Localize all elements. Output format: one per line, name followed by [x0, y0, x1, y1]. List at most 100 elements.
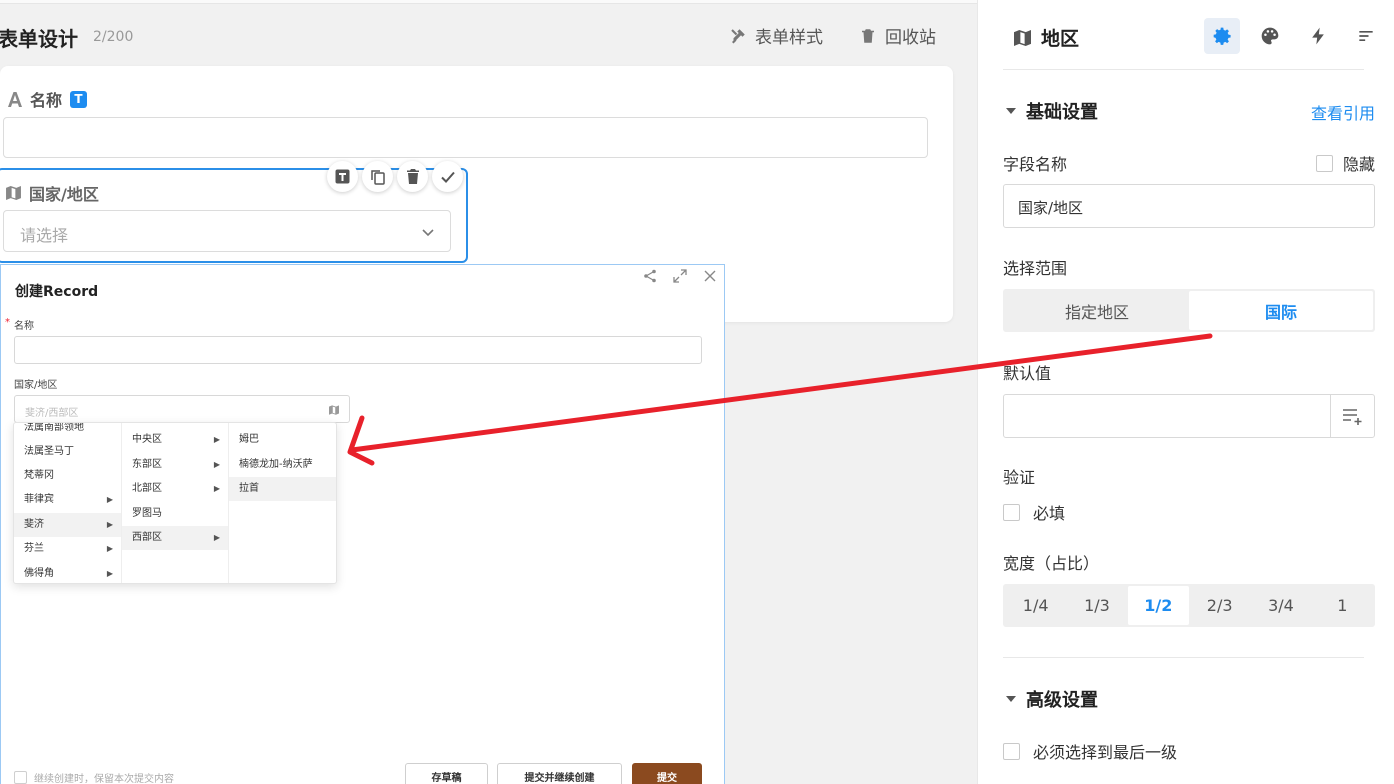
submit-button[interactable]: 提交	[632, 763, 702, 784]
last-level-checkbox[interactable]	[1003, 742, 1020, 760]
dialog-name-label-text: 名称	[14, 321, 34, 332]
chevron-down-icon	[422, 229, 434, 237]
cascader-item[interactable]: 姆巴	[229, 428, 336, 452]
view-references-link[interactable]: 查看引用	[1311, 100, 1375, 124]
caret-down-icon	[1006, 696, 1016, 702]
chevron-right-icon: ▶	[213, 484, 220, 493]
width-segmented: 1/4 1/3 1/2 2/3 3/4 1	[1003, 584, 1375, 627]
required-mark: *	[5, 317, 10, 328]
width-option-1-2[interactable]: 1/2	[1127, 586, 1189, 625]
default-value-input[interactable]	[1003, 394, 1375, 438]
cascader-item[interactable]: 楠德龙加-纳沃萨	[229, 453, 336, 477]
cascader-item[interactable]: 罗图马	[122, 502, 228, 526]
continue-keep-checkbox[interactable]	[14, 771, 27, 784]
check-icon	[440, 171, 455, 183]
cascader-item[interactable]: 北部区 ▶	[122, 477, 228, 501]
field-settings-panel: 地区 基础设置 查看引用 字段名称 隐藏 国家/地区 选择范围 指定地区 国际 …	[977, 0, 1394, 784]
form-design-header: 表单设计 2/200 表单样式 回收站	[0, 14, 976, 58]
tab-settings[interactable]	[1204, 18, 1240, 54]
advanced-settings-header[interactable]: 高级设置	[1006, 686, 1098, 712]
tab-style[interactable]	[1252, 18, 1288, 54]
text-a-icon	[8, 91, 22, 107]
region-field-label: 国家/地区	[6, 181, 99, 205]
cascader-item-selected[interactable]: 拉首	[229, 477, 336, 501]
gear-icon	[1213, 27, 1231, 45]
dialog-controls	[642, 268, 718, 284]
confirm-field-button[interactable]	[432, 161, 463, 192]
cascader-item-selected[interactable]: 西部区 ▶	[122, 526, 228, 550]
expand-icon[interactable]	[672, 268, 688, 284]
trash-icon	[862, 28, 874, 43]
map-icon	[329, 405, 339, 415]
default-value-list-button[interactable]	[1330, 395, 1374, 437]
lightning-icon	[1312, 27, 1324, 45]
region-select[interactable]: 请选择	[3, 210, 451, 252]
region-cascader: 法属南部领地 法属圣马丁 梵蒂冈 菲律宾 ▶ 斐济 ▶ 芬兰 ▶ 佛得角 ▶ 中央区 ▶ …	[13, 422, 337, 584]
width-option-3-4[interactable]: 3/4	[1250, 586, 1311, 625]
dialog-region-value: 斐济/西部区	[25, 408, 79, 419]
field-type-button[interactable]	[327, 161, 358, 192]
cascader-item[interactable]: 佛得角 ▶	[14, 562, 121, 583]
basic-settings-title: 基础设置	[1026, 102, 1098, 123]
field-name-input[interactable]: 国家/地区	[1003, 184, 1375, 228]
basic-settings-header[interactable]: 基础设置	[1006, 98, 1098, 124]
dialog-region-label: 国家/地区	[14, 380, 58, 391]
share-icon[interactable]	[642, 268, 658, 284]
dialog-name-label: * 名称	[5, 317, 34, 332]
last-level-option[interactable]: 必须选择到最后一级	[1003, 739, 1177, 763]
cascader-item[interactable]: 法属圣马丁	[14, 440, 121, 464]
list-add-icon	[1342, 409, 1361, 425]
chevron-right-icon: ▶	[213, 533, 220, 542]
width-label: 宽度（占比）	[1003, 554, 1100, 573]
cascader-item-label: 东部区	[132, 459, 162, 470]
dialog-region-select[interactable]: 斐济/西部区	[14, 395, 350, 423]
validation-label: 验证	[1003, 468, 1036, 487]
chevron-right-icon: ▶	[106, 495, 113, 504]
hide-checkbox[interactable]	[1316, 154, 1333, 172]
width-option-1-3[interactable]: 1/3	[1066, 586, 1127, 625]
panel-title: 地区	[1014, 24, 1079, 51]
panel-tabs	[1204, 18, 1384, 54]
cascader-item-label: 菲律宾	[24, 494, 54, 505]
continue-keep-option[interactable]: 继续创建时，保留本次提交内容	[14, 770, 174, 784]
last-level-label: 必须选择到最后一级	[1033, 743, 1178, 762]
divider	[1003, 69, 1364, 70]
cascader-item[interactable]: 芬兰 ▶	[14, 537, 121, 561]
range-segmented: 指定地区 国际	[1003, 289, 1375, 332]
close-icon[interactable]	[702, 268, 718, 284]
cascader-item[interactable]: 菲律宾 ▶	[14, 488, 121, 512]
recycle-bin-button[interactable]: 回收站	[859, 23, 936, 48]
cascader-item-label: 北部区	[132, 483, 162, 494]
dialog-name-input[interactable]	[14, 336, 702, 364]
cascader-district-column: 中央区 ▶ 东部区 ▶ 北部区 ▶ 罗图马 西部区 ▶	[122, 423, 229, 583]
tab-sort[interactable]	[1348, 18, 1384, 54]
range-option-specified[interactable]: 指定地区	[1005, 291, 1189, 330]
width-option-2-3[interactable]: 2/3	[1189, 586, 1250, 625]
tab-events[interactable]	[1300, 18, 1336, 54]
hide-option[interactable]: 隐藏	[1316, 151, 1375, 175]
width-option-full[interactable]: 1	[1312, 586, 1373, 625]
required-checkbox[interactable]	[1003, 503, 1020, 521]
form-style-button[interactable]: 表单样式	[729, 23, 823, 48]
cascader-item[interactable]: 东部区 ▶	[122, 453, 228, 477]
cascader-item-selected[interactable]: 斐济 ▶	[14, 513, 121, 537]
cascader-item[interactable]: 法属南部领地	[14, 423, 121, 440]
range-option-international[interactable]: 国际	[1189, 291, 1373, 330]
panel-title-text: 地区	[1041, 28, 1080, 50]
required-option[interactable]: 必填	[1003, 500, 1065, 524]
name-field-label-text: 名称	[30, 91, 63, 110]
cascader-item-label: 斐济	[24, 519, 44, 530]
divider	[1003, 657, 1364, 658]
delete-field-button[interactable]	[397, 161, 428, 192]
copy-field-button[interactable]	[362, 161, 393, 192]
cascader-item[interactable]: 梵蒂冈	[14, 464, 121, 488]
cascader-item[interactable]: 中央区 ▶	[122, 428, 228, 452]
submit-continue-button[interactable]: 提交并继续创建	[497, 763, 622, 784]
width-option-1-4[interactable]: 1/4	[1005, 586, 1066, 625]
chevron-right-icon: ▶	[213, 460, 220, 469]
region-field-label-text: 国家/地区	[29, 185, 99, 204]
save-draft-button[interactable]: 存草稿	[405, 763, 488, 784]
palette-icon	[1261, 27, 1279, 45]
cascader-item-label: 佛得角	[24, 568, 54, 579]
name-field-input[interactable]	[3, 117, 928, 158]
